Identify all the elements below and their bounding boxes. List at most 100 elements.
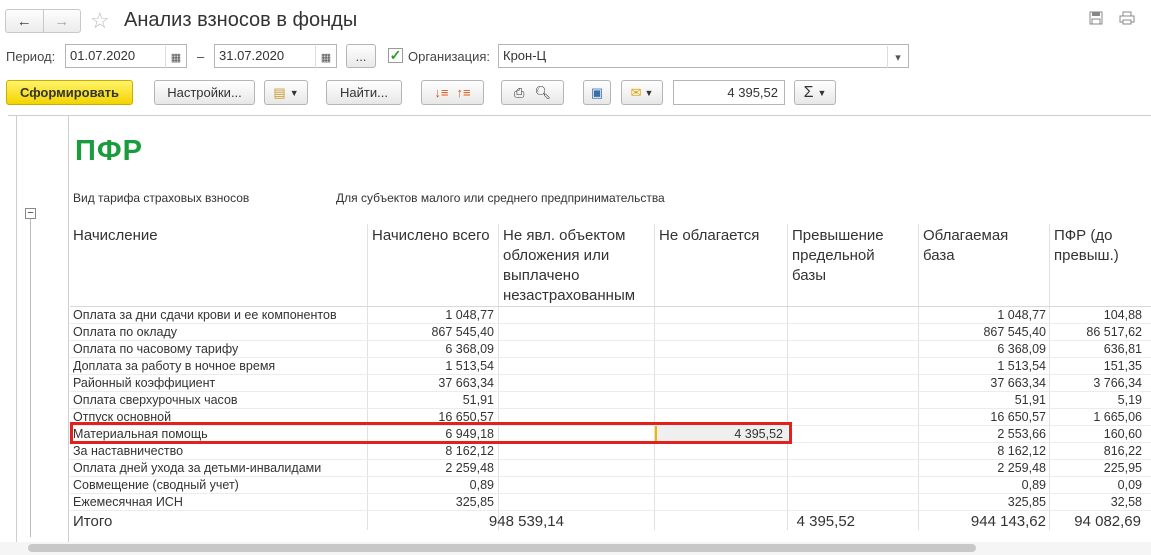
window-title: Анализ взносов в фонды (124, 9, 358, 31)
navigation-buttons: ← → (5, 9, 81, 33)
row-cell-base[interactable]: 0,89 (1022, 478, 1046, 492)
settings-button[interactable]: Настройки... (154, 80, 255, 105)
sum-mode-button[interactable]: Σ ▼ (794, 80, 836, 105)
row-cell-pfr[interactable]: 5,19 (1118, 393, 1142, 407)
table-row[interactable]: Доплата за работу в ночное время 1 513,54… (70, 358, 1151, 375)
settings-button-label: Настройки... (167, 85, 242, 100)
row-cell-base[interactable]: 16 650,57 (990, 410, 1046, 424)
row-cell-pfr[interactable]: 225,95 (1104, 461, 1142, 475)
date-from-field[interactable]: 01.07.2020 ▦ (65, 44, 187, 68)
row-cell-base[interactable]: 8 162,12 (997, 444, 1046, 458)
collapse-group-icon[interactable]: − (25, 208, 36, 219)
row-cell-total[interactable]: 51,91 (463, 393, 494, 407)
date-to-value: 31.07.2020 (219, 48, 285, 63)
row-cell-total[interactable]: 37 663,34 (438, 376, 494, 390)
gutter-divider (16, 115, 17, 543)
row-cell-pfr[interactable]: 151,35 (1104, 359, 1142, 373)
print-preview-icon[interactable]: 🔍︎ (534, 85, 551, 101)
generate-button[interactable]: Сформировать (6, 80, 133, 105)
report-variants-icon: ▤ (273, 84, 286, 100)
send-email-button[interactable]: ✉ ▼ (621, 80, 663, 105)
chevron-down-icon: ▼ (817, 87, 827, 98)
tariff-value: Для субъектов малого или среднего предпр… (336, 191, 665, 205)
dropdown-arrow-icon[interactable]: ▾ (887, 46, 908, 68)
row-cell-pfr[interactable]: 86 517,62 (1086, 325, 1142, 339)
row-cell-pfr[interactable]: 32,58 (1111, 495, 1142, 509)
table-row[interactable]: Совмещение (сводный учет) 0,89 0,89 0,09 (70, 477, 1151, 494)
sort-descending-icon[interactable]: ↓≡ (434, 85, 448, 100)
row-accrual-name: Оплата за дни сдачи крови и ее компонент… (73, 308, 337, 322)
section-title: ПФР (75, 135, 143, 167)
row-cell-base[interactable]: 1 513,54 (997, 359, 1046, 373)
date-to-field[interactable]: 31.07.2020 ▦ (214, 44, 337, 68)
table-row[interactable]: Оплата по часовому тарифу 6 368,09 6 368,0… (70, 341, 1151, 358)
row-cell-pfr[interactable]: 0,09 (1118, 478, 1142, 492)
forward-arrow-icon[interactable]: → (42, 10, 81, 32)
title-bar: ← → ☆ Анализ взносов в фонды (0, 0, 1151, 42)
table-row[interactable]: Оплата дней ухода за детьми-инвалидами 2 … (70, 460, 1151, 477)
row-cell-base[interactable]: 2 553,66 (997, 427, 1046, 441)
calendar-icon[interactable]: ▦ (315, 46, 336, 68)
save-icon[interactable] (1089, 11, 1105, 27)
print-buttons: ⎙ 🔍︎ (501, 80, 564, 105)
row-cell-total[interactable]: 325,85 (456, 495, 494, 509)
row-cell-pfr[interactable]: 160,60 (1104, 427, 1142, 441)
row-accrual-name: Доплата за работу в ночное время (73, 359, 276, 373)
table-row[interactable]: Районный коэффициент 37 663,34 37 663,34 3 … (70, 375, 1151, 392)
organization-field[interactable]: Крон-Ц ▾ (498, 44, 909, 68)
envelope-icon: ✉ (630, 84, 642, 100)
print-icon[interactable]: ⎙ (514, 85, 524, 101)
row-cell-pfr[interactable]: 104,88 (1104, 308, 1142, 322)
save-report-button[interactable]: ▣ (583, 80, 611, 105)
row-cell-total[interactable]: 0,89 (470, 478, 494, 492)
row-cell-pfr[interactable]: 636,81 (1104, 342, 1142, 356)
row-cell-total[interactable]: 8 162,12 (445, 444, 494, 458)
chevron-down-icon: ▼ (289, 87, 299, 98)
row-cell-total[interactable]: 6 368,09 (445, 342, 494, 356)
row-cell-base[interactable]: 325,85 (1008, 495, 1046, 509)
row-cell-base[interactable]: 1 048,77 (997, 308, 1046, 322)
row-accrual-name: Оплата по окладу (73, 325, 178, 339)
row-accrual-name: Ежемесячная ИСН (73, 495, 183, 509)
row-cell-total[interactable]: 1 048,77 (445, 308, 494, 322)
selection-sum-field[interactable]: 4 395,52 (673, 80, 785, 105)
row-cell-pfr[interactable]: 1 665,06 (1093, 410, 1142, 424)
print-icon[interactable] (1119, 11, 1135, 27)
totals-label: Итого (73, 513, 113, 530)
sort-ascending-icon[interactable]: ↑≡ (457, 85, 471, 100)
totals-pfr: 94 082,69 (1074, 513, 1141, 530)
table-row[interactable]: Оплата сверхурочных часов 51,91 51,91 5,19 (70, 392, 1151, 409)
row-cell-total[interactable]: 1 513,54 (445, 359, 494, 373)
row-cell-total[interactable]: 867 545,40 (431, 325, 494, 339)
row-cell-total[interactable]: 2 259,48 (445, 461, 494, 475)
table-row[interactable]: Оплата по окладу 867 545,40 867 545,40 86 5… (70, 324, 1151, 341)
favorite-star-icon[interactable]: ☆ (90, 8, 110, 34)
back-arrow-icon[interactable]: ← (6, 10, 43, 32)
row-accrual-name: Совмещение (сводный учет) (73, 478, 239, 492)
horizontal-scrollbar-thumb[interactable] (28, 544, 976, 552)
organization-value: Крон-Ц (503, 48, 547, 63)
totals-not-taxed: 4 395,52 (796, 513, 855, 530)
header-not-taxed: Не облагается (659, 227, 760, 244)
row-cell-base[interactable]: 2 259,48 (997, 461, 1046, 475)
highlight-frame (70, 422, 792, 444)
tariff-label: Вид тарифа страховых взносов (73, 191, 250, 205)
row-cell-base[interactable]: 51,91 (1015, 393, 1046, 407)
calendar-icon[interactable]: ▦ (165, 46, 186, 68)
header-pfr: ПФР (до превыш.) (1054, 227, 1119, 264)
find-button[interactable]: Найти... (326, 80, 402, 105)
table-row[interactable]: Оплата за дни сдачи крови и ее компонент… (70, 307, 1151, 324)
row-cell-base[interactable]: 6 368,09 (997, 342, 1046, 356)
row-accrual-name: Оплата сверхурочных часов (73, 393, 238, 407)
row-cell-pfr[interactable]: 3 766,34 (1093, 376, 1142, 390)
row-accrual-name: За наставничество (73, 444, 184, 458)
table-row[interactable]: Ежемесячная ИСН 325,85 325,85 32,58 (70, 494, 1151, 511)
variants-button[interactable]: ▤ ▼ (264, 80, 308, 105)
row-cell-base[interactable]: 37 663,34 (990, 376, 1046, 390)
find-button-label: Найти... (340, 85, 388, 100)
row-cell-pfr[interactable]: 816,22 (1104, 444, 1142, 458)
organization-checkbox[interactable]: ✓ (388, 48, 403, 63)
table-row[interactable]: За наставничество 8 162,12 8 162,12 816,22 (70, 443, 1151, 460)
period-select-button[interactable]: ... (346, 44, 376, 68)
row-cell-base[interactable]: 867 545,40 (983, 325, 1046, 339)
